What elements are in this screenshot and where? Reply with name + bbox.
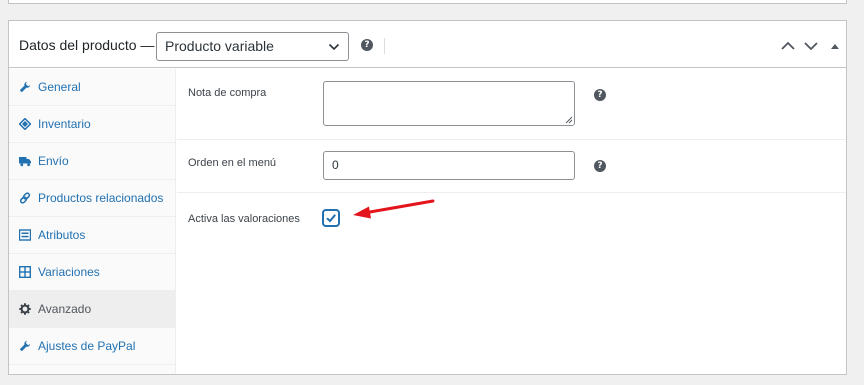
product-type-value: Producto variable xyxy=(165,38,274,54)
tab-label: Avanzado xyxy=(38,302,92,316)
chevron-up-icon[interactable] xyxy=(780,38,796,54)
tab-variations[interactable]: Variaciones xyxy=(9,254,175,291)
header-divider xyxy=(384,38,385,54)
tab-label: Inventario xyxy=(38,117,91,131)
resize-grip-icon[interactable] xyxy=(565,116,573,124)
menu-order-label: Orden en el menú xyxy=(188,157,277,169)
previous-panel-edge xyxy=(8,0,847,4)
help-icon[interactable]: ? xyxy=(361,39,373,51)
menu-order-row: Orden en el menú 0 ? xyxy=(177,140,846,193)
tab-general[interactable]: General xyxy=(9,69,175,106)
tab-advanced[interactable]: Avanzado xyxy=(9,291,175,328)
purchase-note-row: Nota de compra ? xyxy=(177,69,846,140)
product-data-tabs: General Inventario Envío Productos relac… xyxy=(9,69,176,374)
purchase-note-textarea[interactable] xyxy=(323,81,575,126)
tab-linked-products[interactable]: Productos relacionados xyxy=(9,180,175,217)
collapse-toggle-icon[interactable] xyxy=(827,38,843,54)
purchase-note-label: Nota de compra xyxy=(188,87,267,99)
help-icon[interactable]: ? xyxy=(594,89,606,101)
tab-inventory[interactable]: Inventario xyxy=(9,106,175,143)
grid-icon xyxy=(19,266,31,278)
list-icon xyxy=(19,229,31,241)
tab-attributes[interactable]: Atributos xyxy=(9,217,175,254)
chevron-down-icon xyxy=(328,43,340,51)
advanced-options-panel: Nota de compra ? Orden en el menú 0 ? Ac… xyxy=(177,69,846,374)
metabox-title: Datos del producto — xyxy=(19,37,154,53)
enable-reviews-row: Activa las valoraciones xyxy=(177,193,846,245)
tab-label: Variaciones xyxy=(38,265,100,279)
gear-icon xyxy=(19,303,31,315)
product-type-select[interactable]: Producto variable xyxy=(156,32,349,61)
enable-reviews-checkbox[interactable] xyxy=(323,210,339,226)
tab-label: General xyxy=(38,80,81,94)
chevron-down-icon[interactable] xyxy=(803,38,819,54)
menu-order-input[interactable]: 0 xyxy=(323,151,575,180)
annotation-arrow-icon xyxy=(353,199,435,219)
tab-paypal-settings[interactable]: Ajustes de PayPal xyxy=(9,328,175,365)
wrench-icon xyxy=(19,81,31,93)
help-icon[interactable]: ? xyxy=(594,160,606,172)
title-separator: — xyxy=(140,37,155,53)
tab-shipping[interactable]: Envío xyxy=(9,143,175,180)
wrench-icon xyxy=(19,340,31,352)
tab-label: Productos relacionados xyxy=(38,191,164,205)
link-icon xyxy=(19,192,31,204)
truck-icon xyxy=(19,157,31,167)
tag-icon xyxy=(19,118,31,130)
tab-label: Ajustes de PayPal xyxy=(38,339,136,353)
checkmark-icon xyxy=(326,214,336,223)
tab-label: Atributos xyxy=(38,228,86,242)
tab-label: Envío xyxy=(38,154,69,168)
menu-order-value: 0 xyxy=(332,158,339,172)
enable-reviews-label: Activa las valoraciones xyxy=(188,213,300,225)
metabox-header: Datos del producto — Producto variable ? xyxy=(9,21,846,68)
product-data-title: Datos del producto xyxy=(19,37,137,53)
